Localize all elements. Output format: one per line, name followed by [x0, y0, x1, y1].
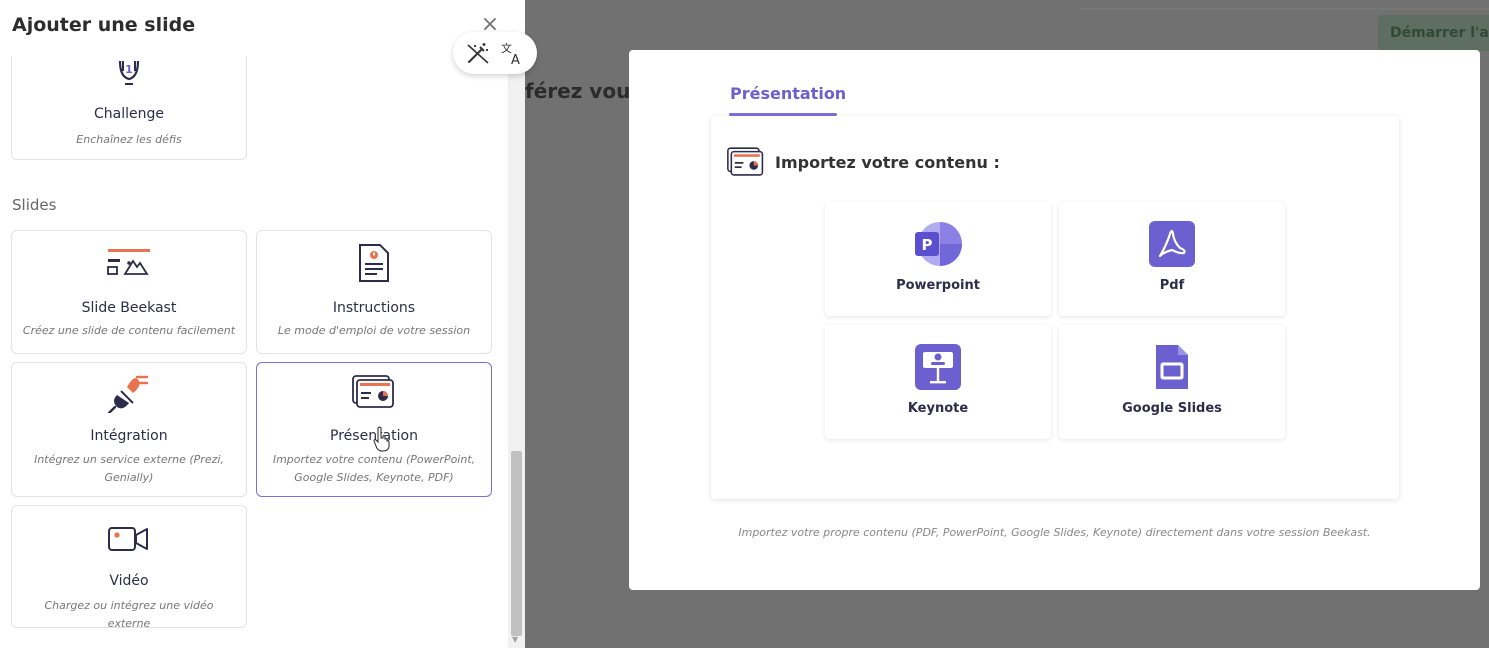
card-title: Instructions	[332, 300, 416, 316]
card-title: Slide Beekast	[81, 300, 177, 316]
panel-title: Ajouter une slide	[12, 14, 196, 36]
trophy-icon: 1	[12, 57, 246, 89]
import-modal: Présentation Importez votre contenu : P …	[629, 50, 1480, 590]
slide-content-icon	[12, 247, 246, 279]
card-challenge[interactable]: 1 Challenge Enchaînez les défis	[11, 56, 247, 160]
add-slide-panel: Ajouter une slide × 1 Challenge Enchaîne…	[0, 0, 525, 648]
option-label: Pdf	[1159, 278, 1185, 293]
import-box: Importez votre contenu : P Powerpoint Pd…	[711, 116, 1399, 499]
presentation-icon	[257, 375, 491, 409]
section-label-slides: Slides	[12, 196, 57, 214]
scroll-down-arrow-icon[interactable]: ▼	[512, 635, 518, 644]
trophy-badge: 1	[125, 63, 133, 76]
card-description: Importez votre contenu (PowerPoint, Goog…	[272, 453, 476, 484]
plug-icon	[12, 373, 246, 413]
powerpoint-icon: P	[825, 220, 1051, 268]
panel-scrollbar[interactable]: ▼	[508, 56, 525, 648]
option-label: Keynote	[907, 401, 969, 416]
card-description: Enchaînez les défis	[76, 133, 182, 146]
modal-footer-text: Importez votre propre contenu (PDF, Powe…	[738, 526, 1371, 539]
slide-types-list: 1 Challenge Enchaînez les défis Slides S…	[0, 56, 508, 648]
tab-presentation[interactable]: Présentation	[730, 84, 846, 103]
card-description: Chargez ou intégrez une vidéo externe	[44, 599, 214, 630]
option-label: Google Slides	[1122, 401, 1222, 416]
import-heading-text: Importez votre contenu :	[775, 152, 1000, 172]
card-description: Créez une slide de contenu facilement	[22, 324, 236, 337]
keynote-icon	[825, 343, 1051, 391]
card-description: Le mode d'emploi de votre session	[277, 324, 471, 337]
card-title: Challenge	[94, 106, 164, 122]
card-description: Intégrez un service externe (Prezi, Geni…	[34, 453, 224, 484]
card-slide-beekast[interactable]: Slide Beekast Créez une slide de contenu…	[11, 230, 247, 354]
card-instructions[interactable]: Instructions Le mode d'emploi de votre s…	[256, 230, 492, 354]
video-camera-icon	[12, 526, 246, 554]
pdf-icon	[1059, 220, 1285, 268]
option-google-slides[interactable]: Google Slides	[1059, 325, 1285, 439]
powerpoint-glyph: P	[922, 236, 933, 254]
card-title: Vidéo	[109, 573, 149, 589]
floating-tools: 文 A	[453, 32, 537, 74]
start-activity-button[interactable]: Démarrer l'act	[1378, 15, 1489, 51]
hand-cursor-icon	[373, 426, 391, 452]
background-question-text: férez vou	[525, 79, 631, 103]
magic-wand-icon[interactable]	[465, 40, 491, 66]
card-video[interactable]: Vidéo Chargez ou intégrez une vidéo exte…	[11, 505, 247, 630]
document-info-icon	[257, 243, 491, 283]
option-label: Powerpoint	[896, 278, 980, 293]
option-powerpoint[interactable]: P Powerpoint	[825, 202, 1051, 316]
option-pdf[interactable]: Pdf	[1059, 202, 1285, 316]
background-strip	[1080, 8, 1489, 10]
scrollbar-thumb[interactable]	[511, 451, 522, 636]
option-keynote[interactable]: Keynote	[825, 325, 1051, 439]
svg-text:A: A	[511, 53, 520, 66]
card-integration[interactable]: Intégration Intégrez un service externe …	[11, 362, 247, 497]
translate-icon[interactable]: 文 A	[499, 40, 525, 66]
presentation-icon	[727, 147, 764, 176]
import-heading: Importez votre contenu :	[727, 146, 1000, 178]
card-title: Intégration	[90, 428, 168, 444]
google-slides-icon	[1059, 343, 1285, 391]
